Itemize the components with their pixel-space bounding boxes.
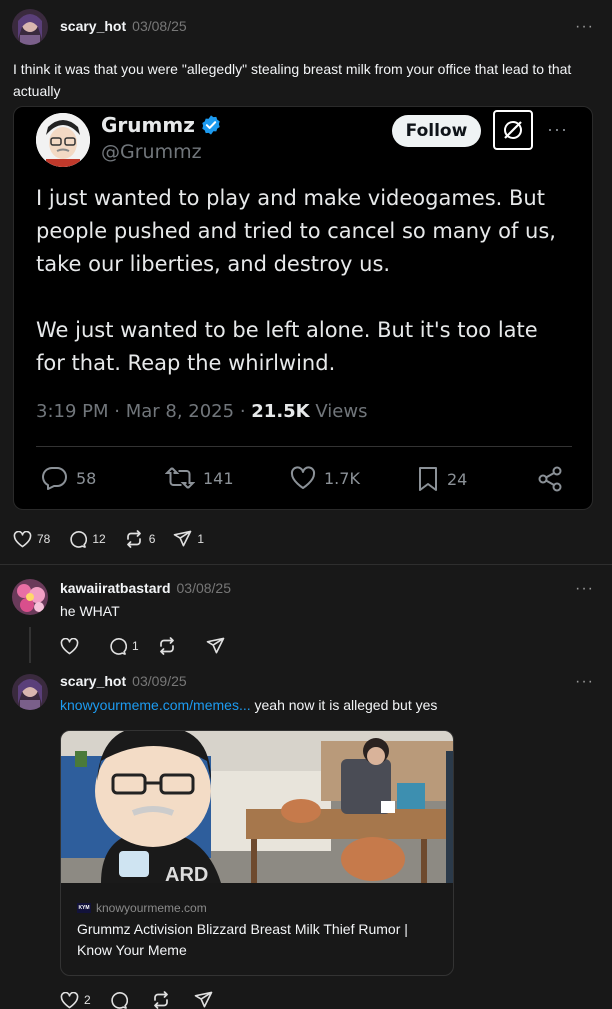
like-button[interactable]: 78 (13, 530, 51, 548)
x-logo-icon[interactable] (493, 110, 533, 150)
link-preview-title[interactable]: Grummz Activision Blizzard Breast Milk T… (77, 919, 437, 961)
link-preview-card[interactable]: ARD KYM knowyourmeme.com Grummz Activisi… (60, 730, 454, 976)
tweet-date: Mar 8, 2025 (125, 401, 235, 422)
post-text-rest: yeah now it is alleged but yes (250, 697, 438, 713)
post-date: 03/08/25 (176, 580, 232, 596)
reply-count: 1 (132, 639, 139, 653)
tweet-like-count: 1.7K (324, 468, 360, 488)
tweet-views-label: Views (315, 401, 368, 422)
avatar[interactable] (12, 9, 48, 45)
tweet-text: I just wanted to play and make videogame… (36, 186, 556, 375)
share-count: 1 (197, 532, 205, 546)
tweet-like-button[interactable]: 1.7K (290, 466, 360, 490)
verified-badge-icon (202, 115, 220, 135)
repost-count: 6 (148, 532, 156, 546)
repost-icon (126, 530, 141, 548)
repost-icon (153, 991, 168, 1009)
follow-button[interactable]: Follow (392, 115, 481, 147)
reply-count: 12 (92, 532, 106, 546)
avatar[interactable] (12, 579, 48, 615)
tweet-retweet-count: 141 (203, 468, 234, 488)
post-actions: 1 (60, 637, 248, 655)
comment-icon (110, 638, 127, 655)
post-link[interactable]: knowyourmeme.com/memes... (60, 697, 251, 713)
tweet-retweet-button[interactable]: 141 (165, 466, 234, 490)
post-date: 03/09/25 (132, 673, 187, 689)
like-count: 2 (84, 993, 91, 1007)
post-divider (0, 564, 612, 565)
post-date: 03/08/25 (132, 18, 187, 34)
username[interactable]: kawaiiratbastard (60, 580, 171, 596)
tweet-reply-count: 58 (76, 468, 97, 488)
more-options-icon[interactable]: ··· (575, 580, 594, 598)
tweet-bookmark-button[interactable]: 24 (417, 466, 467, 492)
shirt-text: ARD (165, 864, 208, 883)
link-preview-domain: KYM knowyourmeme.com (77, 901, 207, 915)
repost-button[interactable]: 6 (124, 530, 156, 548)
repost-button[interactable] (157, 637, 182, 655)
share-button[interactable] (194, 991, 218, 1009)
tweet-reply-button[interactable]: 58 (42, 466, 96, 490)
like-button[interactable] (60, 637, 84, 655)
tweet-avatar[interactable] (36, 113, 90, 167)
tweet-time: 3:19 PM (36, 401, 109, 422)
tweet-share-button[interactable] (537, 466, 571, 492)
thread-line (29, 627, 31, 663)
like-count: 78 (37, 532, 51, 546)
more-options-icon[interactable]: ··· (575, 673, 594, 691)
avatar[interactable] (12, 674, 48, 710)
tweet-views-count: 21.5K (251, 401, 310, 422)
bookmark-icon (419, 467, 437, 491)
post-actions: 2 (60, 991, 236, 1009)
send-icon (206, 637, 225, 654)
retweet-icon (165, 467, 195, 489)
share-icon (538, 466, 562, 492)
post-text: I think it was that you were "allegedly"… (13, 61, 572, 99)
repost-button[interactable] (151, 991, 176, 1009)
comment-icon (111, 992, 128, 1009)
link-preview-image: ARD (61, 731, 453, 886)
embedded-tweet[interactable]: Grummz @Grummz Follow ··· I just wanted … (13, 106, 593, 510)
send-icon (194, 991, 213, 1008)
reply-button[interactable]: 12 (68, 530, 106, 548)
reply-button[interactable] (109, 991, 133, 1009)
share-button[interactable]: 1 (173, 530, 204, 548)
more-options-icon[interactable]: ··· (575, 18, 594, 36)
repost-icon (159, 637, 174, 655)
heart-icon (60, 991, 79, 1008)
share-button[interactable] (206, 637, 230, 655)
tweet-more-icon[interactable]: ··· (547, 119, 568, 140)
reply-button[interactable]: 1 (108, 637, 139, 655)
reply-icon (42, 466, 67, 490)
username[interactable]: scary_hot (60, 18, 126, 34)
heart-icon (13, 530, 32, 547)
send-icon (174, 530, 192, 547)
tweet-bookmark-count: 24 (447, 469, 468, 489)
username[interactable]: scary_hot (60, 673, 126, 689)
post-text: knowyourmeme.com/memes... yeah now it is… (60, 694, 437, 716)
tweet-meta: 3:19 PM · Mar 8, 2025 · 21.5K Views (36, 401, 368, 422)
heart-icon (290, 466, 316, 489)
tweet-author-name[interactable]: Grummz (101, 113, 195, 137)
heart-icon (60, 637, 79, 654)
tweet-handle[interactable]: @Grummz (101, 141, 202, 163)
comment-icon (70, 531, 88, 548)
tweet-divider (36, 446, 572, 447)
like-button[interactable]: 2 (60, 991, 91, 1009)
link-preview-domain-text: knowyourmeme.com (96, 901, 207, 915)
post-actions: 78 12 6 1 (13, 530, 222, 548)
kym-favicon-icon: KYM (77, 903, 91, 913)
post-text: he WHAT (60, 603, 120, 619)
